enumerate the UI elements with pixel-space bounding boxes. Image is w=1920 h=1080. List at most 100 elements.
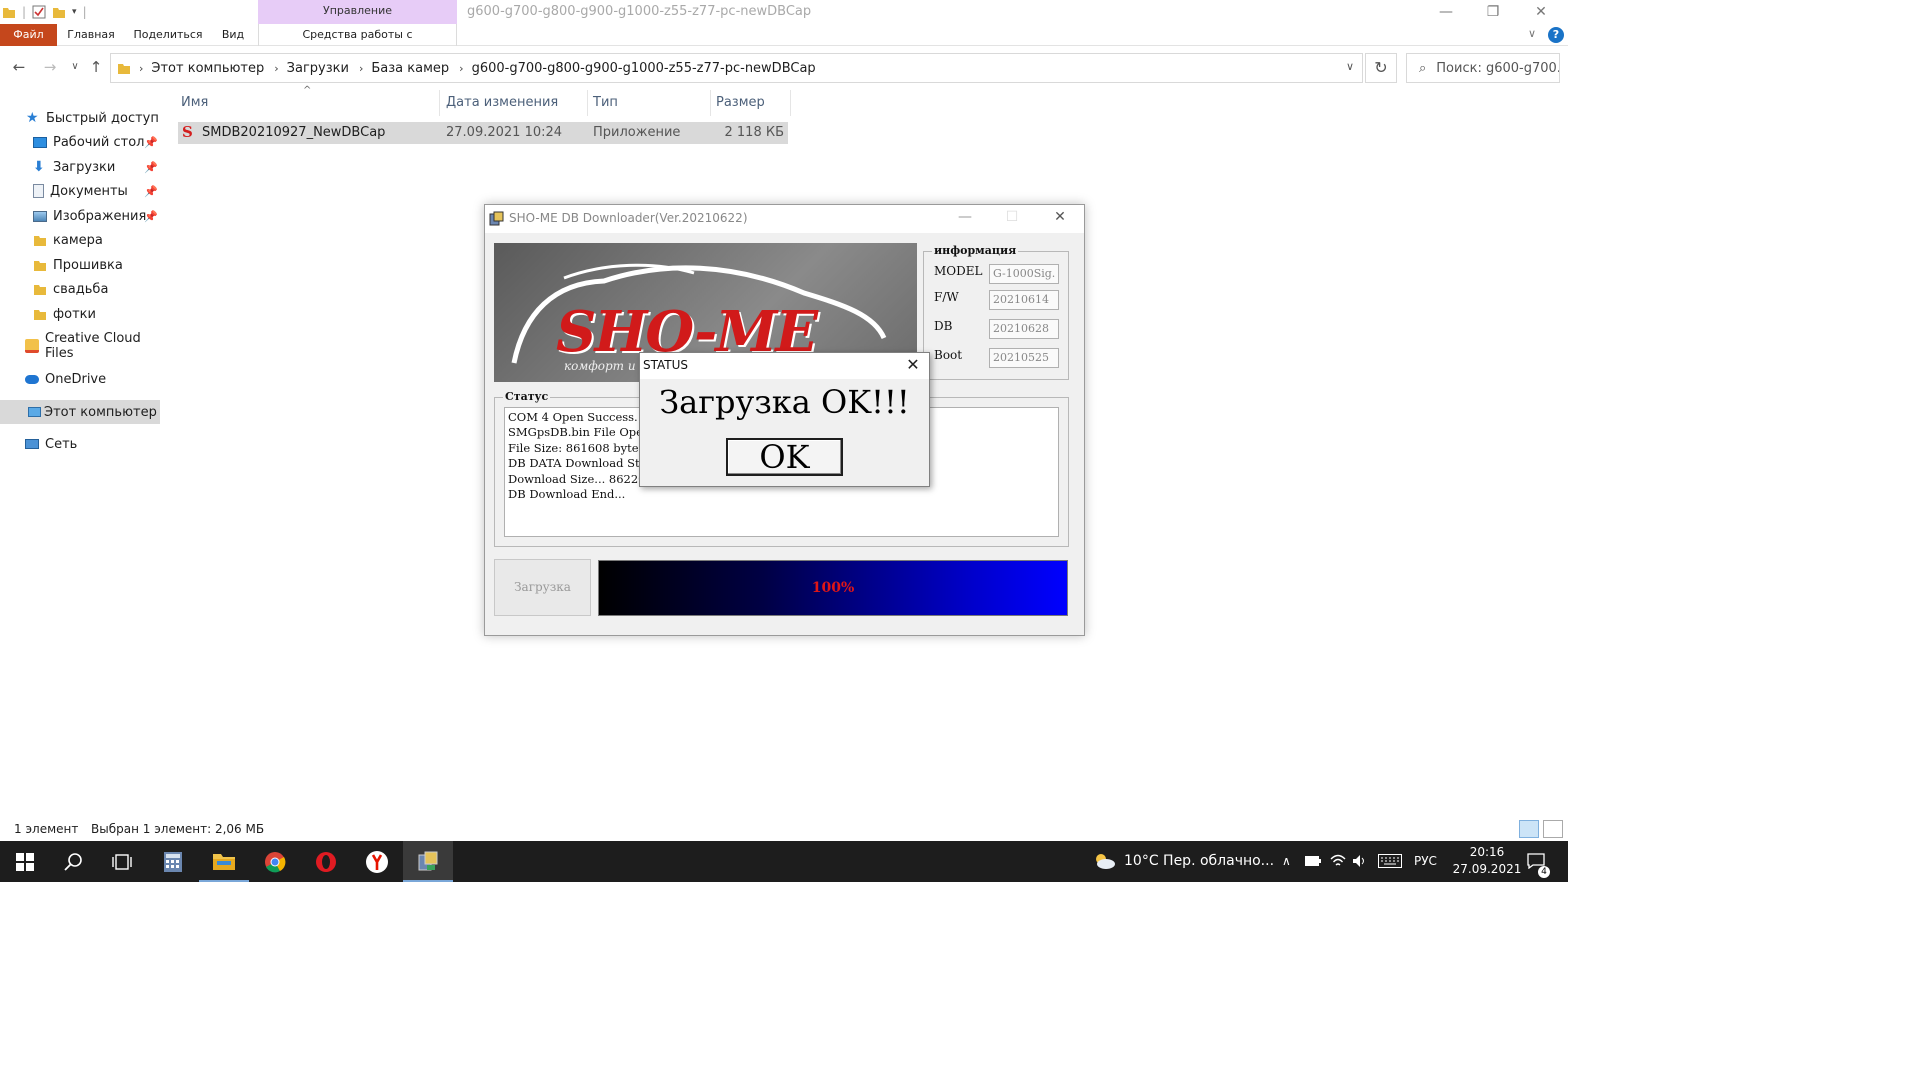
search-input[interactable]: ⌕ Поиск: g600-g700... [1406,53,1560,83]
breadcrumb-separator[interactable]: › [359,62,363,75]
nav-folder-camera[interactable]: камера [0,228,160,252]
explorer-titlebar: | ▾ | Управление g600-g700-g800-g900-g10… [0,0,1568,24]
nav-label: свадьба [53,281,109,297]
back-arrow-icon[interactable]: ← [10,58,28,76]
column-header-date[interactable]: Дата изменения [443,90,588,116]
opera-icon[interactable] [301,841,351,882]
progress-label: 100% [811,580,855,596]
breadcrumb-this-pc[interactable]: Этот компьютер [151,61,264,76]
pin-icon[interactable]: 📌 [144,210,158,223]
sho-me-downloader-taskbar-icon[interactable] [403,841,453,882]
close-icon[interactable]: ✕ [1045,209,1075,225]
calculator-icon[interactable] [148,841,198,882]
properties-icon[interactable] [32,5,46,19]
speaker-icon[interactable] [1352,841,1368,882]
item-count: 1 элемент [14,822,79,836]
breadcrumb-downloads[interactable]: Загрузки [287,61,349,76]
restore-icon[interactable]: ❐ [1470,2,1516,22]
up-arrow-icon[interactable]: ↑ [87,58,105,76]
column-header-type[interactable]: Тип [590,90,711,116]
breadcrumb-current-folder[interactable]: g600-g700-g800-g900-g1000-z55-z77-pc-new… [472,61,816,76]
ok-button[interactable]: OK [726,438,843,476]
nav-this-pc[interactable]: Этот компьютер [0,400,160,424]
notification-count-badge: 4 [1538,866,1550,878]
tab-home[interactable]: Главная [62,24,120,46]
file-explorer-icon[interactable] [199,841,249,882]
downloader-title: SHO-ME DB Downloader(Ver.20210622) [509,211,748,225]
file-type: Приложение [593,125,681,140]
nav-folder-wedding[interactable]: свадьба [0,277,160,301]
search-icon[interactable] [48,841,98,882]
task-view-icon[interactable] [97,841,147,882]
download-button[interactable]: Загрузка [494,559,591,616]
log-line: DB Download End... [508,487,626,502]
nav-onedrive[interactable]: OneDrive [0,367,160,391]
keyboard-icon[interactable] [1378,841,1402,882]
large-icons-view-icon[interactable] [1543,820,1563,838]
folder-icon [34,261,46,271]
taskbar: 10°C Пер. облачно... ∧ РУС 20:16 27.09.2… [0,841,1568,882]
close-icon[interactable]: ✕ [1518,2,1564,22]
computer-icon [28,407,41,417]
breadcrumb-separator[interactable]: › [274,62,278,75]
new-folder-icon[interactable] [52,5,66,19]
weather-widget[interactable]: 10°C Пер. облачно... [1092,841,1274,882]
nav-quick-access[interactable]: ★ Быстрый доступ [0,106,160,130]
nav-label: Сеть [45,436,78,452]
minimize-icon[interactable]: — [1423,2,1469,22]
tab-share[interactable]: Поделиться [130,24,206,46]
address-bar[interactable]: › Этот компьютер › Загрузки › База камер… [110,53,1363,83]
nav-desktop[interactable]: Рабочий стол 📌 [0,130,160,154]
wifi-icon[interactable] [1330,841,1346,882]
app-icon [489,211,504,226]
details-view-icon[interactable] [1519,820,1539,838]
forward-arrow-icon[interactable]: → [41,58,59,76]
breadcrumb-separator[interactable]: › [459,62,463,75]
manage-tab[interactable]: Управление [258,0,457,24]
tab-file[interactable]: Файл [0,24,57,46]
maximize-icon[interactable]: ☐ [997,209,1027,225]
clock[interactable]: 20:16 27.09.2021 [1448,844,1526,878]
folder-icon[interactable] [2,5,16,19]
nav-folder-photos[interactable]: фотки [0,302,160,326]
pin-icon[interactable]: 📌 [144,185,158,198]
model-value: G-1000Sig. [989,264,1059,284]
battery-icon[interactable] [1305,841,1321,882]
help-icon[interactable]: ? [1548,27,1564,43]
nav-folder-firmware[interactable]: Прошивка [0,253,160,277]
language-indicator[interactable]: РУС [1414,841,1437,882]
recent-locations-icon[interactable]: ∨ [66,58,84,76]
partly-cloudy-icon [1096,854,1115,869]
pin-icon[interactable]: 📌 [144,136,158,149]
nav-label: Изображения [53,208,147,224]
navigation-bar: ← → ∨ ↑ › Этот компьютер › Загрузки › Ба… [0,50,1568,84]
chrome-icon[interactable] [250,841,300,882]
nav-documents[interactable]: Документы 📌 [0,179,160,203]
selection-info: Выбран 1 элемент: 2,06 МБ [91,822,265,836]
column-header-name[interactable]: Имя [178,90,440,116]
breadcrumb-separator[interactable]: › [139,62,143,75]
tab-view[interactable]: Вид [216,24,250,46]
pin-icon[interactable]: 📌 [144,161,158,174]
show-hidden-icons-icon[interactable]: ∧ [1282,841,1291,882]
toolbar-divider: | [22,5,27,19]
table-row[interactable]: S SMDB20210927_NewDBCap 27.09.2021 10:24… [178,122,788,144]
refresh-icon[interactable]: ↻ [1365,53,1397,83]
quick-access-toolbar: | ▾ | [2,3,87,21]
yandex-browser-icon[interactable] [352,841,402,882]
nav-creative-cloud[interactable]: Creative Cloud Files [0,331,160,361]
start-windows-icon[interactable] [0,841,50,882]
minimize-icon[interactable]: — [950,209,980,225]
customize-toolbar-icon[interactable]: ▾ [72,7,77,17]
expand-ribbon-icon[interactable]: ∨ [1528,27,1536,40]
weather-text: 10°C Пер. облачно... [1124,853,1275,869]
tab-app-tools[interactable]: Средства работы с приложениями [258,24,457,63]
nav-downloads[interactable]: ⬇ Загрузки 📌 [0,155,160,179]
nav-pictures[interactable]: Изображения 📌 [0,204,160,228]
address-dropdown-icon[interactable]: ∨ [1346,60,1354,73]
breadcrumb-camera-db[interactable]: База камер [371,61,449,76]
close-icon[interactable]: ✕ [902,355,924,374]
nav-network[interactable]: Сеть [0,432,160,456]
nav-label: Документы [50,183,128,199]
column-header-size[interactable]: Размер [713,90,791,116]
